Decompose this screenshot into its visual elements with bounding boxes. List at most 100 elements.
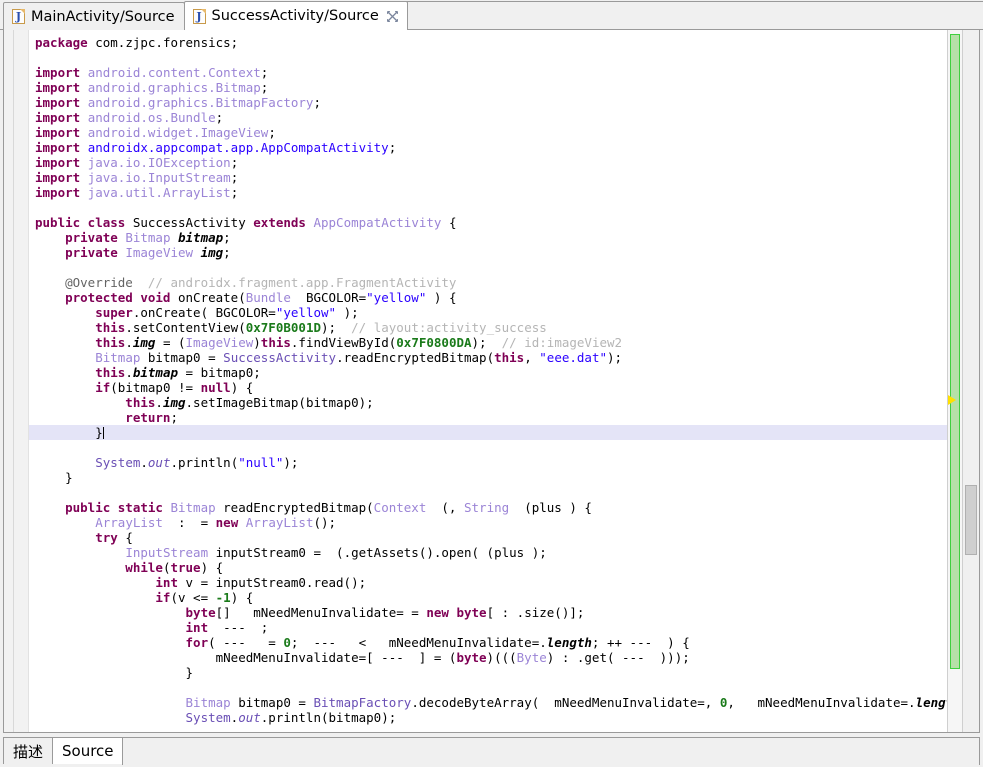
vertical-scrollbar-thumb[interactable] <box>965 485 977 555</box>
code-token: while <box>35 560 163 575</box>
code-token: Bitmap <box>95 350 141 365</box>
java-file-icon-letter: J <box>196 9 202 23</box>
code-token: this <box>35 320 126 335</box>
editor-annotation-ruler[interactable] <box>4 30 14 732</box>
code-token: extends <box>253 215 314 230</box>
code-token: import <box>35 125 88 140</box>
bottom-tab-strip-filler <box>121 737 980 765</box>
editor-tab-strip-filler <box>405 1 983 30</box>
code-token: private <box>35 230 126 245</box>
code-token: android.content.Context <box>87 65 261 80</box>
code-token: import <box>35 185 88 200</box>
overview-ruler-clean-bar <box>950 34 960 669</box>
code-token: if <box>35 380 111 395</box>
bottom-tab-description[interactable]: 描述 <box>3 737 54 764</box>
code-token: this <box>260 335 291 350</box>
java-file-icon-letter: J <box>15 10 22 23</box>
code-token: import <box>35 140 88 155</box>
code-token: null <box>200 380 231 395</box>
code-token: @Override <box>35 275 133 290</box>
editor-tab-strip: J MainActivity/Source J SuccessActivity/… <box>0 0 983 31</box>
code-token: java.util.ArrayList <box>87 185 231 200</box>
code-token: this <box>35 395 156 410</box>
code-token: public static <box>35 500 171 515</box>
code-token: length <box>546 635 592 650</box>
code-token: System <box>185 710 231 725</box>
editor-tab-label: SuccessActivity/Source <box>211 8 379 24</box>
code-token: String <box>464 500 510 515</box>
code-token: super <box>35 305 133 320</box>
code-viewport[interactable]: package com.zjpc.forensics; import andro… <box>29 30 947 732</box>
editor-tab-label: MainActivity/Source <box>31 8 175 25</box>
code-token: new byte <box>426 605 487 620</box>
code-token: Byte <box>516 650 547 665</box>
code-token: java.io.InputStream <box>87 170 231 185</box>
code-token: 0 <box>283 635 291 650</box>
code-token: true <box>170 560 201 575</box>
code-token: // androidx.fragment.app.FragmentActivit… <box>132 275 457 290</box>
code-token: android.graphics.BitmapFactory <box>87 95 314 110</box>
code-token: length <box>915 695 947 710</box>
editor-tab-successactivity[interactable]: J SuccessActivity/Source <box>183 1 408 31</box>
text-caret <box>102 427 104 439</box>
editor-folding-ruler[interactable] <box>14 30 29 732</box>
code-token: ImageView <box>125 245 201 260</box>
code-token: ArrayList <box>245 515 314 530</box>
code-token: bitmap <box>178 230 224 245</box>
code-token: ImageView <box>185 335 254 350</box>
eclipse-editor-window: J MainActivity/Source J SuccessActivity/… <box>0 0 983 767</box>
code-token: "yellow" <box>366 290 427 305</box>
code-token: ArrayList <box>95 515 163 530</box>
code-token: "null" <box>238 455 284 470</box>
code-token: protected void <box>35 290 178 305</box>
code-token: android.widget.ImageView <box>87 125 269 140</box>
code-token: new <box>215 515 246 530</box>
code-token: android.graphics.Bitmap <box>87 80 261 95</box>
code-token: SuccessActivity <box>223 350 337 365</box>
code-token: for <box>35 635 209 650</box>
editor-tab-mainactivity[interactable]: J MainActivity/Source <box>3 2 185 30</box>
code-token: bitmap <box>132 365 178 380</box>
code-token: img <box>162 395 186 410</box>
code-token: int <box>35 575 186 590</box>
code-token: android.os.Bundle <box>87 110 216 125</box>
code-token: return <box>35 410 171 425</box>
code-token: "yellow" <box>275 305 337 320</box>
code-token: this <box>35 365 126 380</box>
code-token: androidx.appcompat.app.AppCompatActivity <box>87 140 389 155</box>
code-token: // id:imageView2 <box>486 335 623 350</box>
code-token: Context <box>373 500 427 515</box>
code-token: import <box>35 155 88 170</box>
source-editor: package com.zjpc.forensics; import andro… <box>3 30 980 733</box>
code-token: 0x7F0B001D <box>245 320 321 335</box>
code-token: img <box>132 335 156 350</box>
close-icon[interactable] <box>386 10 398 22</box>
code-token: byte <box>456 650 487 665</box>
code-token: this <box>35 335 126 350</box>
vertical-scrollbar[interactable] <box>962 30 979 732</box>
source-code-text[interactable]: package com.zjpc.forensics; import andro… <box>29 30 947 725</box>
code-token: -1 <box>215 590 231 605</box>
code-token: out <box>147 455 171 470</box>
code-token: out <box>238 710 261 725</box>
code-token: import <box>35 110 88 125</box>
code-token: // layout:activity_success <box>336 320 547 335</box>
code-token: Bitmap <box>125 230 178 245</box>
code-token: import <box>35 170 88 185</box>
code-token: Bitmap <box>185 695 231 710</box>
overview-ruler[interactable] <box>947 30 962 732</box>
code-token: import <box>35 65 88 80</box>
code-token: this <box>494 350 525 365</box>
code-token: Bitmap <box>170 500 216 515</box>
code-token: byte <box>35 605 216 620</box>
bottom-tab-label: 描述 <box>13 742 44 761</box>
code-token: int <box>35 620 209 635</box>
code-token: public class <box>35 215 133 230</box>
code-token: import <box>35 80 88 95</box>
bottom-tab-source[interactable]: Source <box>52 737 124 764</box>
editor-bottom-tab-strip: 描述 Source <box>0 733 983 767</box>
code-token: Bundle <box>245 290 291 305</box>
code-token: try <box>35 530 118 545</box>
code-token: java.io.IOException <box>87 155 231 170</box>
overview-ruler-marker-icon[interactable] <box>948 395 956 405</box>
